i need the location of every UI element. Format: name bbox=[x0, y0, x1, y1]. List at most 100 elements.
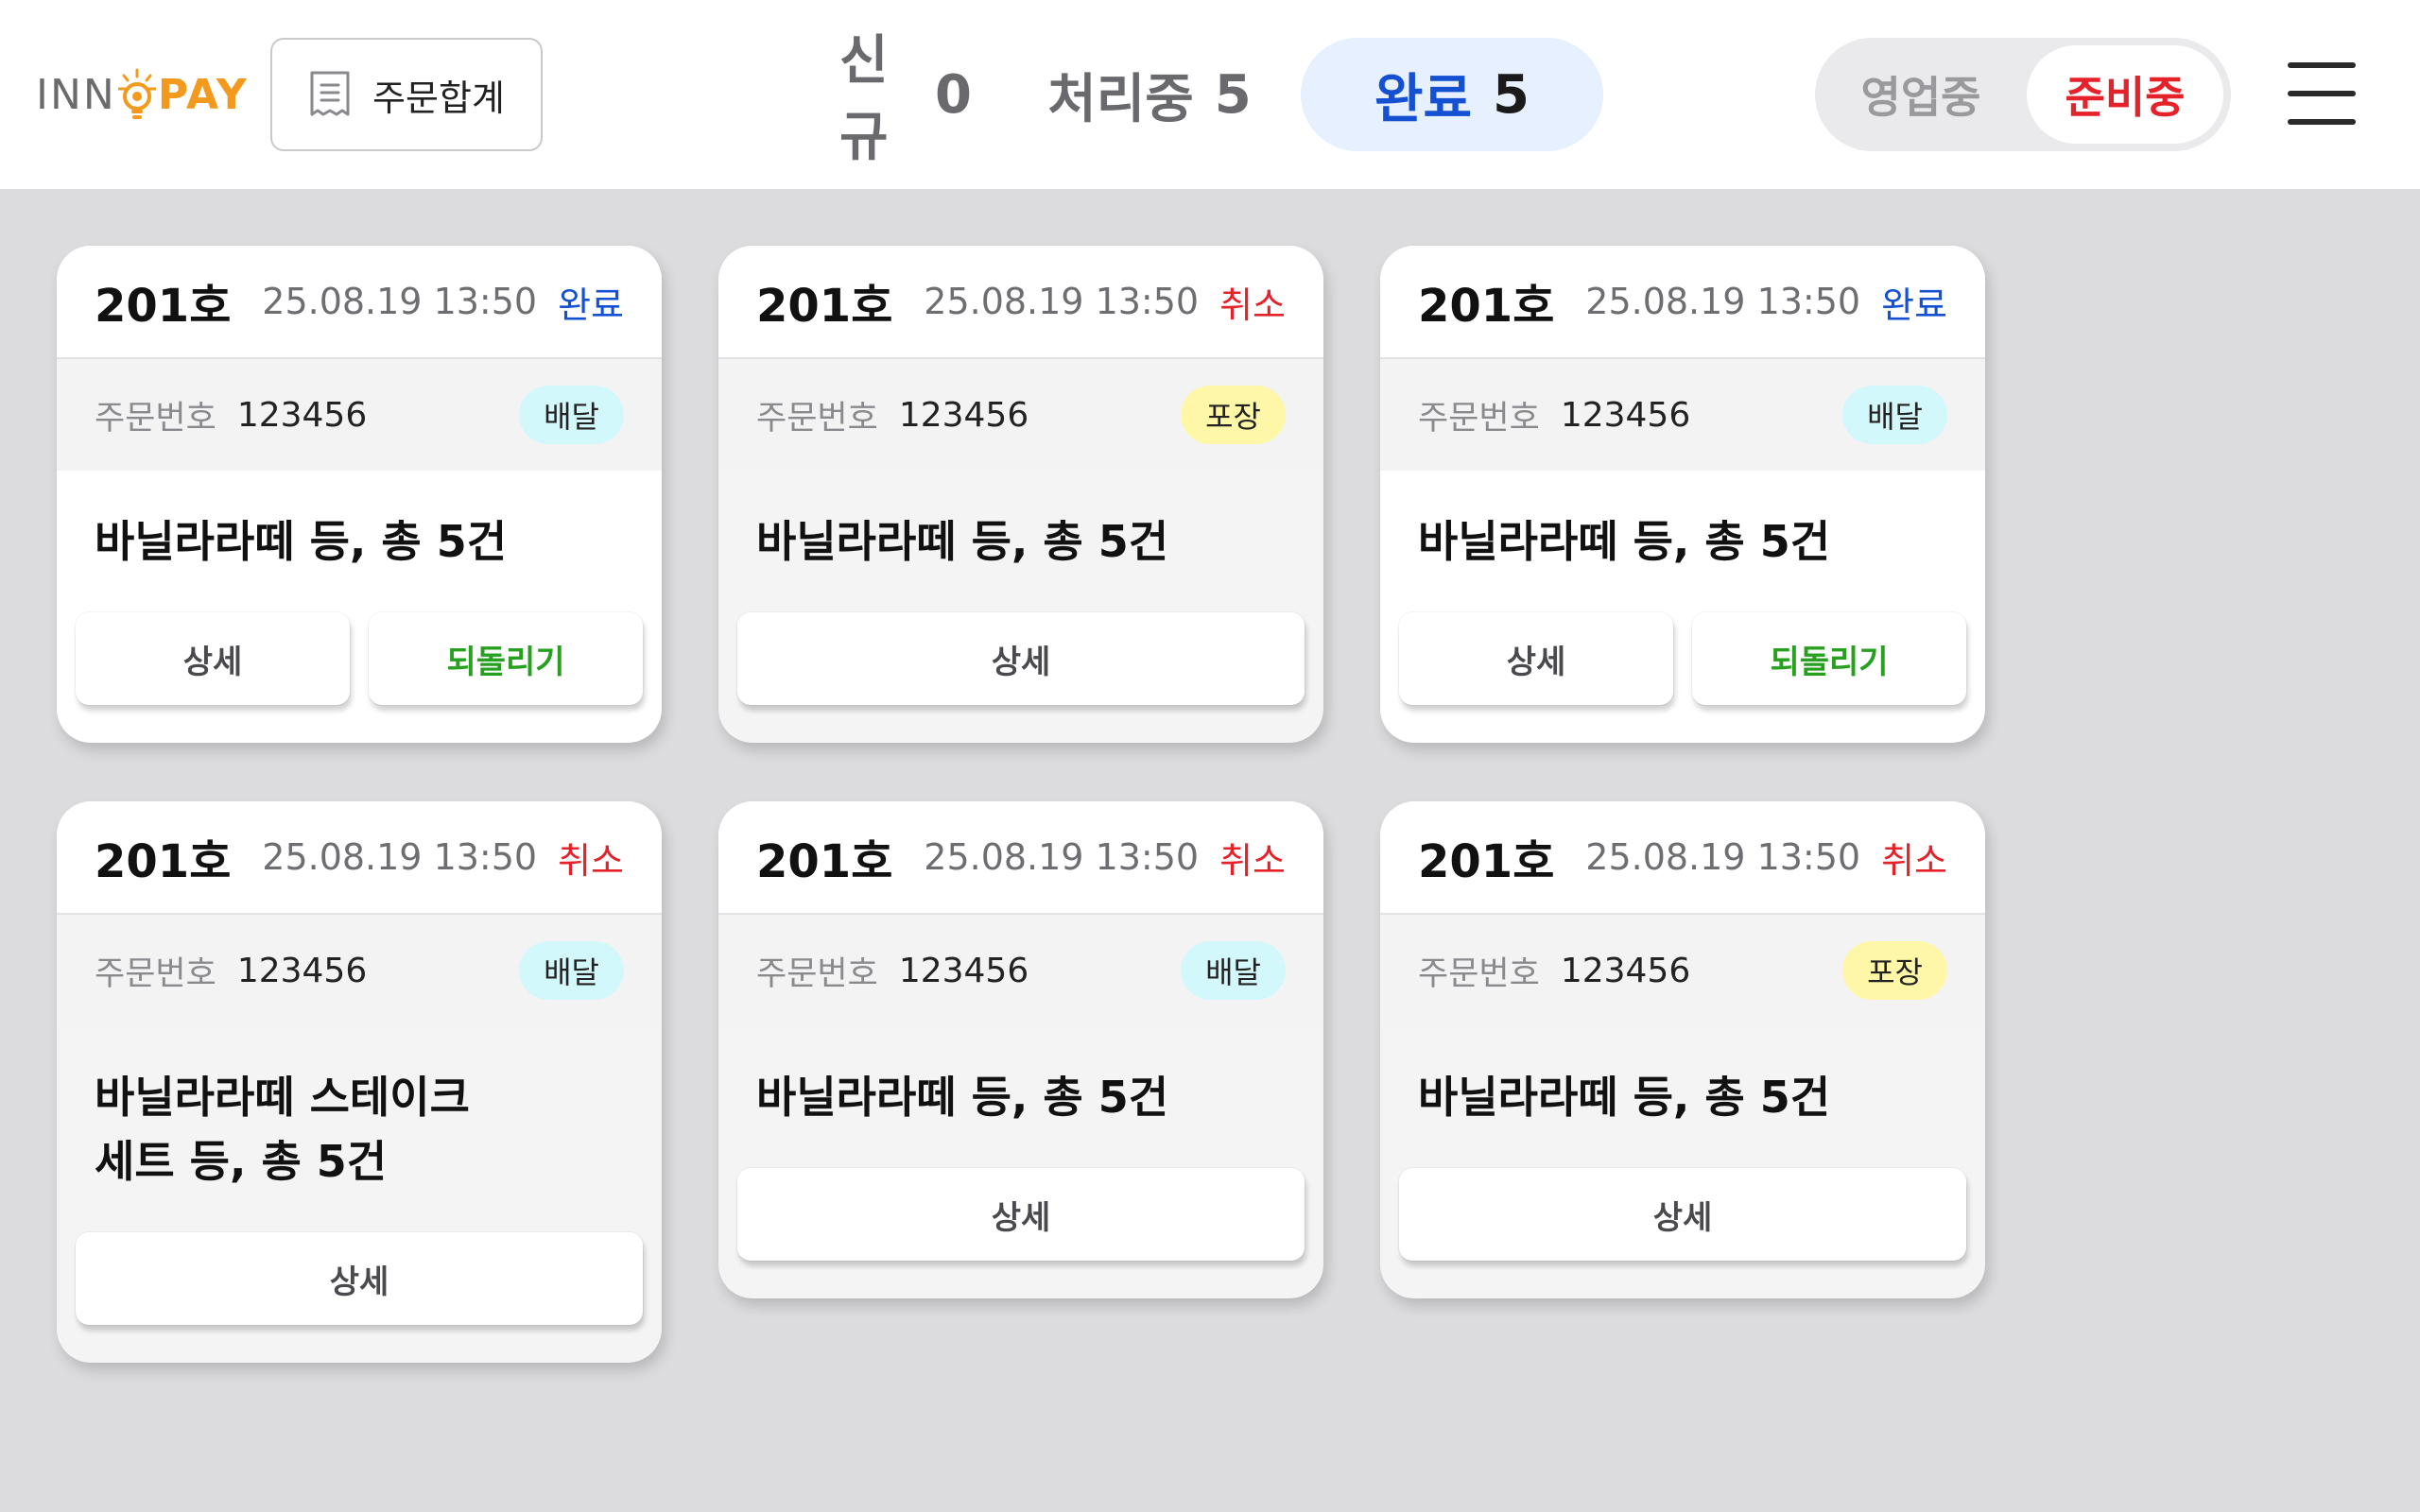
status-badge: 취소 bbox=[1881, 839, 1947, 882]
tab-processing-count: 5 bbox=[1214, 63, 1252, 126]
tab-new-count: 0 bbox=[935, 63, 972, 126]
room-number: 201호 bbox=[756, 835, 893, 888]
order-card: 201호 25.08.19 13:50 취소 주문번호 123456 포장 바닐… bbox=[718, 246, 1323, 743]
status-badge: 취소 bbox=[558, 839, 624, 882]
logo-text-inn: INN bbox=[36, 70, 116, 119]
order-status-tabs: 신규 0 처리중 5 완료 5 bbox=[813, 30, 1603, 168]
room-number: 201호 bbox=[1418, 835, 1555, 888]
order-time: 25.08.19 13:50 bbox=[1585, 281, 1861, 322]
order-type-badge: 포장 bbox=[1181, 386, 1286, 444]
status-badge: 취소 bbox=[1219, 284, 1286, 326]
card-header: 201호 25.08.19 13:50 취소 bbox=[1380, 801, 1985, 915]
order-summary: 바닐라라떼 등, 총 5건 bbox=[1418, 1072, 1831, 1123]
order-card: 201호 25.08.19 13:50 취소 주문번호 123456 배달 바닐… bbox=[57, 801, 662, 1363]
order-summary-line: 세트 등, 총 5건 bbox=[95, 1136, 388, 1187]
room-number: 201호 bbox=[95, 280, 232, 333]
order-info-row: 주문번호 123456 배달 bbox=[57, 915, 662, 1026]
card-header: 201호 25.08.19 13:50 완료 bbox=[57, 246, 662, 359]
card-header: 201호 25.08.19 13:50 취소 bbox=[718, 246, 1323, 359]
order-card: 201호 25.08.19 13:50 완료 주문번호 123456 배달 바닐… bbox=[57, 246, 662, 743]
card-actions: 상세 bbox=[718, 612, 1323, 724]
card-actions: 상세 되돌리기 bbox=[1380, 612, 1985, 724]
order-time: 25.08.19 13:50 bbox=[1585, 836, 1861, 878]
status-badge: 완료 bbox=[1881, 284, 1947, 326]
order-number: 123456 bbox=[236, 951, 368, 990]
order-summary: 바닐라라떼 스테이크 세트 등, 총 5건 bbox=[57, 1026, 662, 1232]
order-summary-button[interactable]: 주문합계 bbox=[270, 38, 543, 151]
card-header: 201호 25.08.19 13:50 취소 bbox=[57, 801, 662, 915]
hamburger-menu-icon[interactable] bbox=[2288, 62, 2356, 125]
status-badge: 취소 bbox=[1219, 839, 1286, 882]
card-header: 201호 25.08.19 13:50 취소 bbox=[718, 801, 1323, 915]
tab-new-label: 신규 bbox=[839, 30, 889, 168]
card-header: 201호 25.08.19 13:50 완료 bbox=[1380, 246, 1985, 359]
status-badge: 완료 bbox=[558, 284, 624, 326]
order-number-label: 주문번호 bbox=[756, 954, 878, 993]
order-time: 25.08.19 13:50 bbox=[262, 836, 538, 878]
menu-line bbox=[2288, 62, 2356, 68]
order-summary: 바닐라라떼 등, 총 5건 bbox=[1418, 516, 1831, 567]
order-type-badge: 배달 bbox=[519, 941, 624, 1000]
order-number-label: 주문번호 bbox=[95, 399, 216, 438]
room-number: 201호 bbox=[95, 835, 232, 888]
order-time: 25.08.19 13:50 bbox=[262, 281, 538, 322]
order-time: 25.08.19 13:50 bbox=[924, 836, 1200, 878]
revert-button[interactable]: 되돌리기 bbox=[369, 612, 643, 705]
lightbulb-icon bbox=[117, 68, 156, 121]
order-type-badge: 배달 bbox=[519, 386, 624, 444]
menu-line bbox=[2288, 119, 2356, 125]
order-info-row: 주문번호 123456 배달 bbox=[57, 359, 662, 471]
order-info-row: 주문번호 123456 배달 bbox=[1380, 359, 1985, 471]
room-number: 201호 bbox=[1418, 280, 1555, 333]
detail-button[interactable]: 상세 bbox=[737, 1168, 1305, 1261]
toggle-open-option[interactable]: 영업중 bbox=[1823, 45, 2019, 144]
detail-button[interactable]: 상세 bbox=[76, 1232, 643, 1325]
order-type-badge: 배달 bbox=[1842, 386, 1947, 444]
order-number-label: 주문번호 bbox=[1418, 954, 1540, 993]
innopay-logo: INN PAY bbox=[36, 59, 249, 130]
order-type-badge: 배달 bbox=[1181, 941, 1286, 1000]
tab-completed-label: 완료 bbox=[1374, 68, 1473, 130]
order-number: 123456 bbox=[898, 951, 1029, 990]
store-status-toggle[interactable]: 영업중 준비중 bbox=[1815, 38, 2231, 151]
order-summary-line: 바닐라라떼 스테이크 bbox=[95, 1072, 470, 1123]
room-number: 201호 bbox=[756, 280, 893, 333]
order-card: 201호 25.08.19 13:50 취소 주문번호 123456 배달 바닐… bbox=[718, 801, 1323, 1298]
order-info-row: 주문번호 123456 배달 bbox=[718, 915, 1323, 1026]
card-actions: 상세 bbox=[718, 1168, 1323, 1280]
toggle-preparing-option[interactable]: 준비중 bbox=[2027, 45, 2223, 144]
menu-line bbox=[2288, 91, 2356, 96]
order-summary: 바닐라라떼 등, 총 5건 bbox=[756, 1072, 1169, 1123]
card-actions: 상세 되돌리기 bbox=[57, 612, 662, 724]
order-summary-label: 주문합계 bbox=[372, 77, 505, 119]
order-info-row: 주문번호 123456 포장 bbox=[1380, 915, 1985, 1026]
logo-text-pay: PAY bbox=[157, 70, 249, 119]
tab-processing[interactable]: 처리중 5 bbox=[998, 38, 1301, 151]
order-type-badge: 포장 bbox=[1842, 941, 1947, 1000]
detail-button[interactable]: 상세 bbox=[1399, 1168, 1966, 1261]
order-card: 201호 25.08.19 13:50 완료 주문번호 123456 배달 바닐… bbox=[1380, 246, 1985, 743]
revert-button[interactable]: 되돌리기 bbox=[1692, 612, 1966, 705]
tab-completed[interactable]: 완료 5 bbox=[1301, 38, 1603, 151]
order-summary: 바닐라라떼 등, 총 5건 bbox=[95, 516, 508, 567]
order-number: 123456 bbox=[1560, 395, 1691, 435]
order-number-label: 주문번호 bbox=[1418, 399, 1540, 438]
detail-button[interactable]: 상세 bbox=[76, 612, 350, 705]
tab-processing-label: 처리중 bbox=[1047, 68, 1194, 130]
receipt-icon bbox=[308, 70, 352, 119]
order-number: 123456 bbox=[236, 395, 368, 435]
card-actions: 상세 bbox=[1380, 1168, 1985, 1280]
order-time: 25.08.19 13:50 bbox=[924, 281, 1200, 322]
tab-new[interactable]: 신규 0 bbox=[813, 30, 998, 168]
order-number-label: 주문번호 bbox=[756, 399, 878, 438]
tab-completed-count: 5 bbox=[1493, 63, 1530, 126]
card-actions: 상세 bbox=[57, 1232, 662, 1344]
order-number-label: 주문번호 bbox=[95, 954, 216, 993]
order-summary: 바닐라라떼 등, 총 5건 bbox=[756, 516, 1169, 567]
order-number: 123456 bbox=[898, 395, 1029, 435]
detail-button[interactable]: 상세 bbox=[1399, 612, 1673, 705]
detail-button[interactable]: 상세 bbox=[737, 612, 1305, 705]
top-bar: INN PAY 주문합계 신규 0 처리중 5 완료 5 영업중 준비중 bbox=[0, 0, 2420, 189]
order-card: 201호 25.08.19 13:50 취소 주문번호 123456 포장 바닐… bbox=[1380, 801, 1985, 1298]
order-info-row: 주문번호 123456 포장 bbox=[718, 359, 1323, 471]
